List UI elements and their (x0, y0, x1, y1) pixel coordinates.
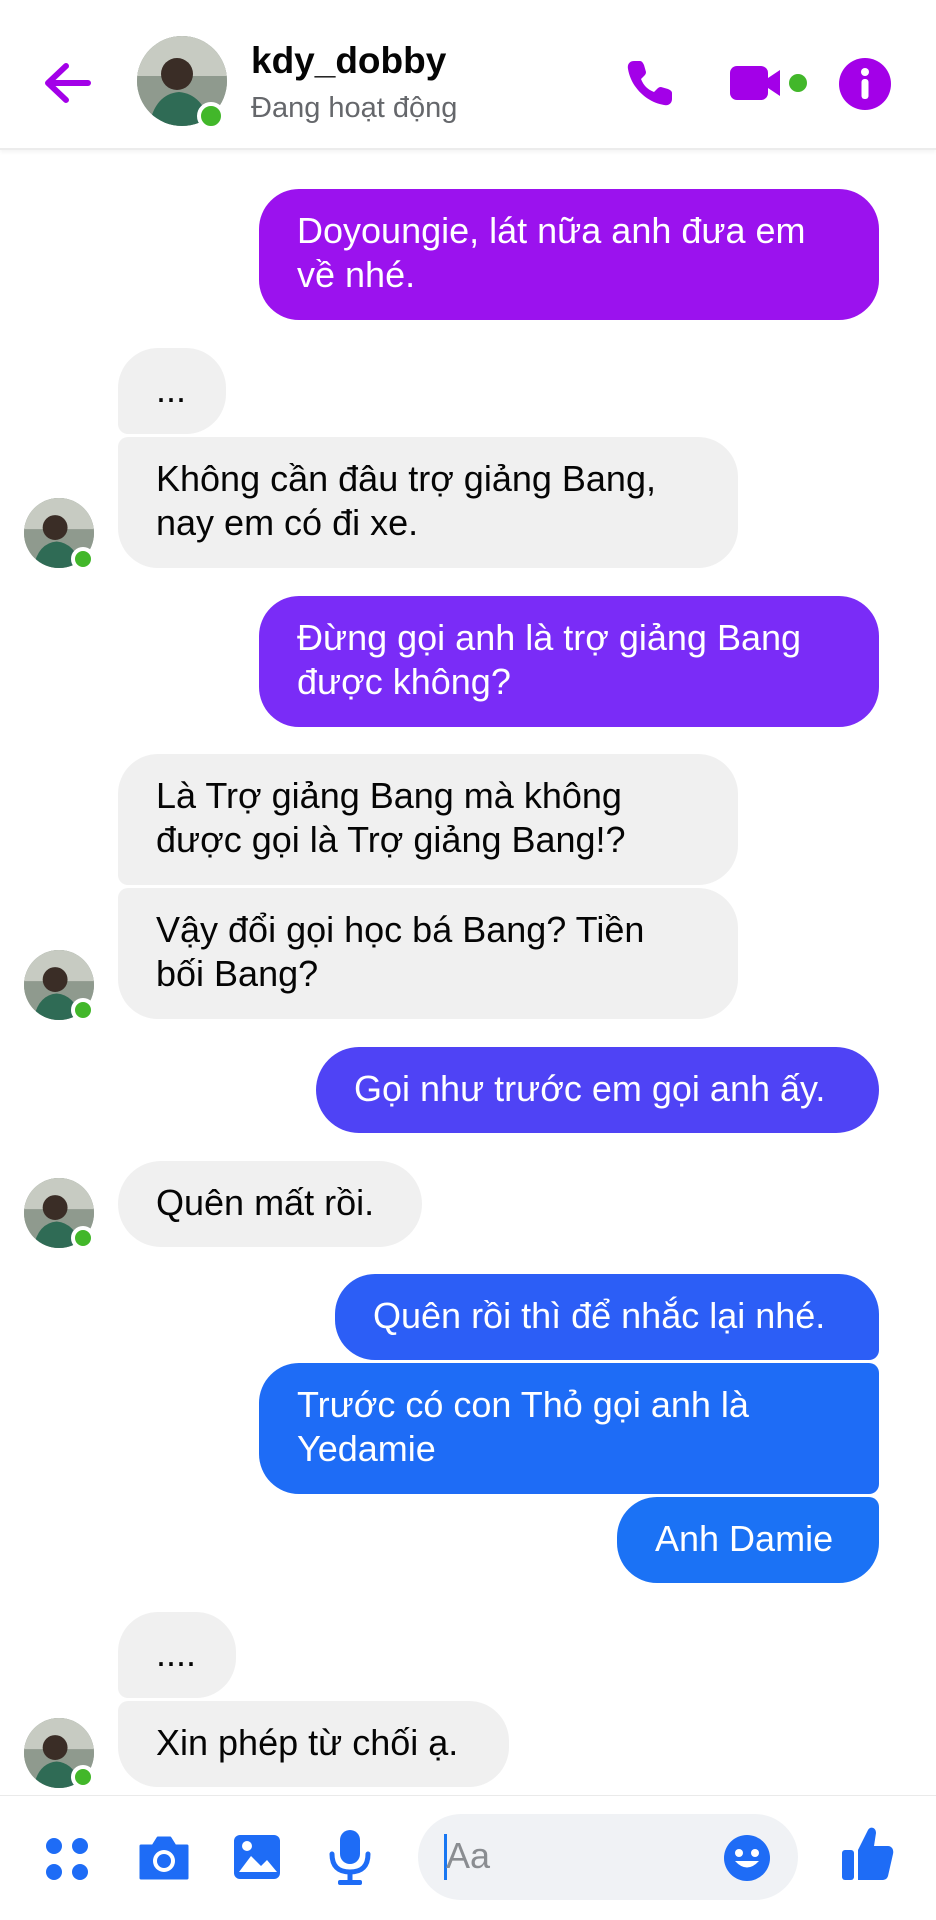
message-line: ... (156, 369, 187, 410)
camera-icon[interactable] (137, 1834, 191, 1882)
online-indicator (71, 547, 95, 571)
message-line: Trước có con Thỏ gọi anh là (297, 1384, 749, 1425)
message-line: Gọi như trước em gọi anh ấy. (354, 1068, 826, 1109)
message-line: Xin phép từ chối ạ. (156, 1722, 459, 1763)
incoming-message[interactable]: ... (118, 348, 226, 434)
message-line: Quên mất rồi. (156, 1182, 375, 1223)
message-line: được gọi là Trợ giảng Bang!? (156, 819, 626, 860)
contact-name[interactable]: kdy_dobby (251, 40, 446, 82)
message-line: nay em có đi xe. (156, 502, 419, 543)
thumbs-up-icon[interactable] (840, 1824, 894, 1884)
online-indicator (197, 102, 225, 130)
gallery-icon[interactable] (231, 1832, 283, 1882)
message-input-placeholder: Aa (446, 1835, 491, 1876)
message-line: Không cần đâu trợ giảng Bang, (156, 458, 656, 499)
message-line: bối Bang? (156, 953, 319, 994)
message-line: Đừng gọi anh là trợ giảng Bang (297, 617, 802, 658)
emoji-icon[interactable] (723, 1834, 771, 1882)
outgoing-message[interactable]: Anh Damie (617, 1497, 879, 1583)
active-status: Đang hoạt động (251, 92, 458, 124)
incoming-message[interactable]: Là Trợ giảng Bang mà không được gọi là T… (118, 754, 738, 885)
conversation-header: kdy_dobby Đang hoạt động (0, 0, 936, 150)
message-line: được không? (297, 661, 511, 702)
message-input[interactable]: Aa (418, 1814, 798, 1900)
incoming-message[interactable]: Xin phép từ chối ạ. (118, 1701, 509, 1787)
online-indicator (71, 998, 95, 1022)
incoming-message[interactable]: Vậy đổi gọi học bá Bang? Tiền bối Bang? (118, 888, 738, 1019)
message-line: Là Trợ giảng Bang mà không (156, 775, 622, 816)
video-call-icon[interactable] (728, 60, 808, 106)
incoming-message[interactable]: Quên mất rồi. (118, 1161, 422, 1247)
message-line: Doyoungie, lát nữa anh đưa em (297, 210, 806, 251)
message-line: về nhé. (297, 254, 416, 295)
online-indicator (71, 1765, 95, 1789)
incoming-message[interactable]: Không cần đâu trợ giảng Bang, nay em có … (118, 437, 738, 568)
composer-bar: Aa (0, 1795, 936, 1920)
microphone-icon[interactable] (328, 1828, 372, 1886)
outgoing-message[interactable]: Đừng gọi anh là trợ giảng Bang được khôn… (259, 596, 879, 727)
message-line: Quên rồi thì để nhắc lại nhé. (373, 1295, 826, 1336)
online-indicator (71, 1226, 95, 1250)
message-line: Yedamie (297, 1428, 436, 1469)
apps-grid-icon[interactable] (44, 1836, 90, 1882)
back-arrow-icon[interactable] (40, 58, 96, 108)
info-icon[interactable] (838, 57, 892, 111)
outgoing-message[interactable]: Gọi như trước em gọi anh ấy. (316, 1047, 879, 1133)
message-line: Anh Damie (655, 1518, 834, 1559)
message-line: Vậy đổi gọi học bá Bang? Tiền (156, 909, 645, 950)
phone-icon[interactable] (622, 55, 678, 111)
incoming-message[interactable]: .... (118, 1612, 236, 1698)
outgoing-message[interactable]: Doyoungie, lát nữa anh đưa em về nhé. (259, 189, 879, 320)
outgoing-message[interactable]: Quên rồi thì để nhắc lại nhé. (335, 1274, 879, 1360)
message-line: .... (156, 1633, 197, 1674)
outgoing-message[interactable]: Trước có con Thỏ gọi anh là Yedamie (259, 1363, 879, 1494)
